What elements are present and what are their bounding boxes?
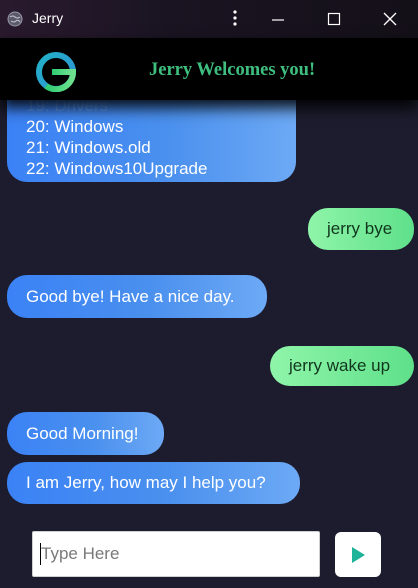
- app-window: Jerry Jerry Welcomes you! 19: Drivers 20…: [0, 0, 418, 588]
- g-logo-icon: [36, 52, 77, 92]
- chat-messages[interactable]: 19: Drivers 20: Windows 21: Windows.old …: [0, 100, 418, 512]
- bot-message: I am Jerry, how may I help you?: [7, 462, 300, 504]
- globe-icon: [7, 11, 23, 27]
- close-icon: [383, 12, 397, 26]
- maximize-icon: [327, 12, 341, 26]
- maximize-button[interactable]: [306, 0, 362, 38]
- user-message: jerry wake up: [270, 346, 414, 386]
- user-message: jerry bye: [308, 208, 414, 250]
- minimize-icon: [272, 19, 284, 21]
- title-bar: Jerry: [0, 0, 418, 38]
- bot-message-list: 19: Drivers 20: Windows 21: Windows.old …: [7, 100, 296, 182]
- close-button[interactable]: [362, 0, 418, 38]
- list-item: 19: Drivers: [26, 100, 109, 115]
- minimize-button[interactable]: [250, 0, 306, 38]
- bot-message: Good Morning!: [7, 412, 164, 455]
- window-title: Jerry: [32, 10, 64, 26]
- more-vertical-icon[interactable]: [229, 7, 241, 29]
- send-button[interactable]: [335, 532, 381, 577]
- text-caret: [40, 543, 41, 565]
- list-item: 21: Windows.old: [26, 138, 151, 157]
- message-input[interactable]: [32, 531, 320, 577]
- bot-message: Good bye! Have a nice day.: [7, 275, 267, 318]
- list-item: 22: Windows10Upgrade: [26, 159, 208, 178]
- send-play-icon: [352, 546, 365, 563]
- chat-header: Jerry Welcomes you!: [0, 38, 418, 100]
- list-item: 20: Windows: [26, 117, 124, 136]
- header-title: Jerry Welcomes you!: [149, 60, 316, 80]
